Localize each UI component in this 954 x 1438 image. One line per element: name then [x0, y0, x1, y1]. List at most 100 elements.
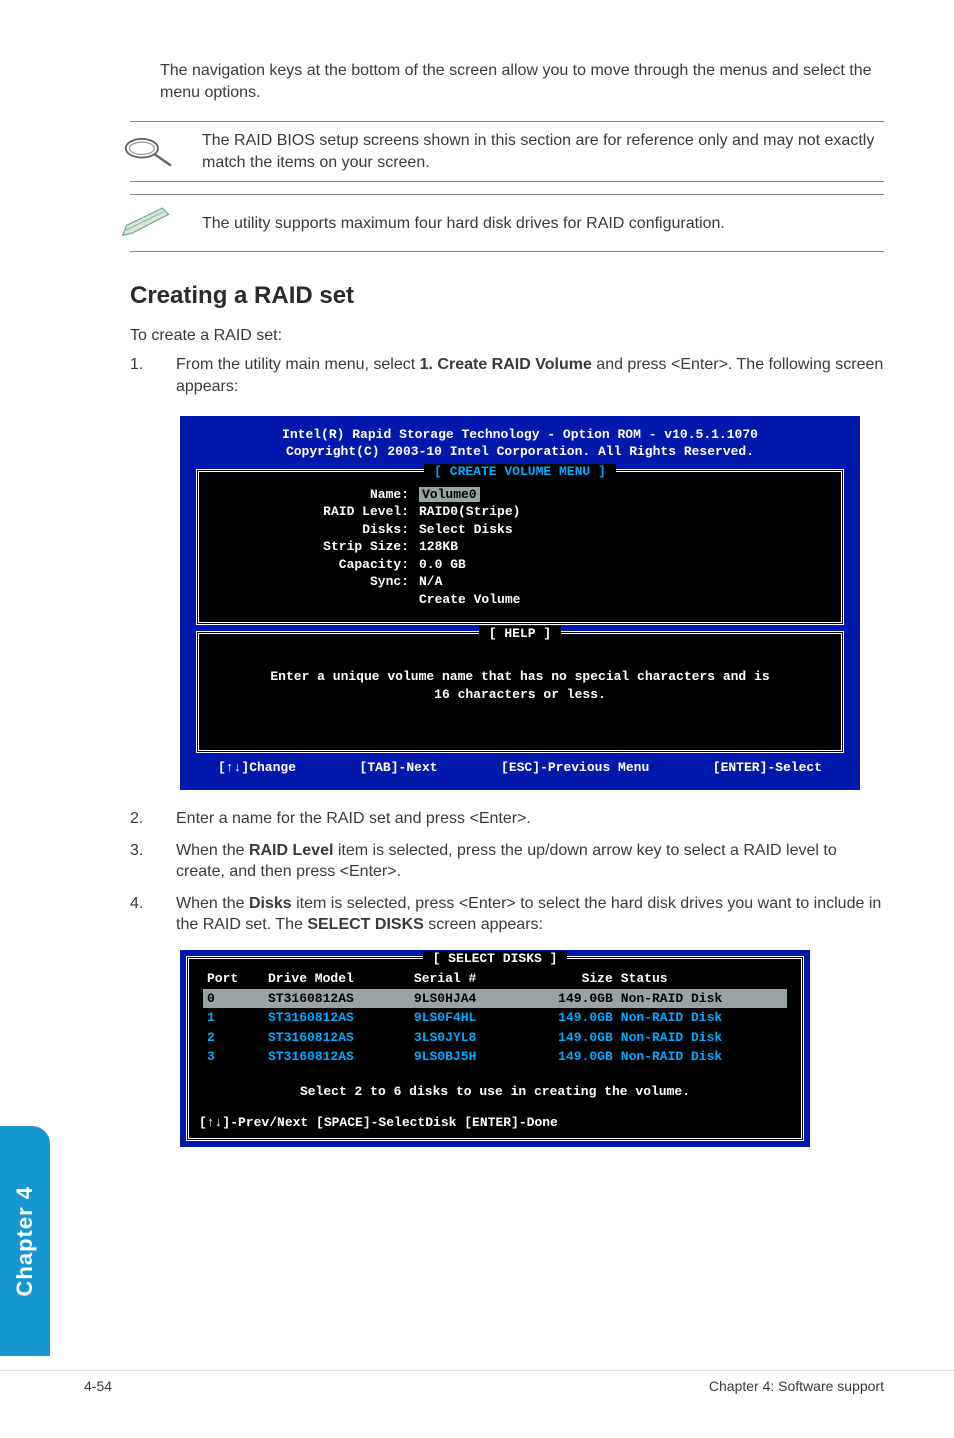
- create-volume-label: [ CREATE VOLUME MENU ]: [424, 464, 616, 479]
- table-cell: ST3160812AS: [264, 1047, 410, 1067]
- table-cell: 9LS0HJA4: [410, 989, 520, 1009]
- step2-text: Enter a name for the RAID set and press …: [176, 808, 884, 830]
- disks-header: Status: [617, 969, 787, 989]
- cv-row: Capacity:0.0 GB: [219, 556, 821, 574]
- cv-val: 128KB: [419, 538, 458, 556]
- note-text-2: The utility supports maximum four hard d…: [202, 213, 884, 235]
- table-cell: 2: [203, 1028, 264, 1048]
- chapter-tab-label: Chapter 4: [10, 1186, 40, 1296]
- step-num: 1.: [130, 354, 150, 397]
- table-row: 2ST3160812AS3LS0JYL8149.0GBNon-RAID Disk: [203, 1028, 787, 1048]
- disks-header: Port: [203, 969, 264, 989]
- table-cell: 3LS0JYL8: [410, 1028, 520, 1048]
- table-cell: 149.0GB: [519, 989, 616, 1009]
- step-num: 3.: [130, 840, 150, 883]
- cv-val: Volume0: [419, 486, 480, 504]
- step4-a: When the: [176, 895, 249, 912]
- cv-key: Sync:: [219, 573, 419, 591]
- bios-footer-key: [↑↓]Change: [218, 759, 296, 777]
- step3-a: When the: [176, 842, 249, 859]
- cv-key: Capacity:: [219, 556, 419, 574]
- cv-row: Sync:N/A: [219, 573, 821, 591]
- table-cell: 149.0GB: [519, 1047, 616, 1067]
- bios-header-2: Copyright(C) 2003-10 Intel Corporation. …: [196, 443, 844, 461]
- table-cell: Non-RAID Disk: [617, 1028, 787, 1048]
- section-title: Creating a RAID set: [130, 280, 884, 312]
- cv-key: Disks:: [219, 521, 419, 539]
- cv-row: Name:Volume0: [219, 486, 821, 504]
- cv-row: Create Volume: [219, 591, 821, 609]
- note-text-1: The RAID BIOS setup screens shown in thi…: [202, 130, 884, 173]
- step-4: 4. When the Disks item is selected, pres…: [130, 893, 884, 936]
- cv-key: [219, 591, 419, 609]
- table-row: 0ST3160812AS9LS0HJA4149.0GBNon-RAID Disk: [203, 989, 787, 1009]
- cv-row: Disks:Select Disks: [219, 521, 821, 539]
- help-frame: [ HELP ] Enter a unique volume name that…: [196, 631, 844, 752]
- table-cell: ST3160812AS: [264, 1028, 410, 1048]
- table-cell: 149.0GB: [519, 1028, 616, 1048]
- step3-b: RAID Level: [249, 842, 333, 859]
- table-cell: 9LS0F4HL: [410, 1008, 520, 1028]
- table-row: 1ST3160812AS9LS0F4HL149.0GBNon-RAID Disk: [203, 1008, 787, 1028]
- cv-val: 0.0 GB: [419, 556, 466, 574]
- disks-table: PortDrive ModelSerial #SizeStatus 0ST316…: [203, 969, 787, 1067]
- step-3: 3. When the RAID Level item is selected,…: [130, 840, 884, 883]
- disks-msg: Select 2 to 6 disks to use in creating t…: [203, 1067, 787, 1115]
- bios-footer: [↑↓]Change [TAB]-Next [ESC]-Previous Menu […: [196, 753, 844, 779]
- pencil-icon: [110, 203, 180, 243]
- bios-header-1: Intel(R) Rapid Storage Technology - Opti…: [196, 426, 844, 444]
- table-cell: 149.0GB: [519, 1008, 616, 1028]
- cv-val: N/A: [419, 573, 442, 591]
- step4-e: screen appears:: [424, 916, 543, 933]
- select-disks-panel: [ SELECT DISKS ] PortDrive ModelSerial #…: [180, 950, 810, 1147]
- rule-bot-1: [130, 181, 884, 182]
- rule-bot-2: [130, 251, 884, 252]
- disks-footer: [↑↓]-Prev/Next [SPACE]-SelectDisk [ENTER…: [199, 1114, 787, 1132]
- cv-key: Name:: [219, 486, 419, 504]
- step-num: 4.: [130, 893, 150, 936]
- cv-val: Create Volume: [419, 591, 520, 609]
- step-1: 1. From the utility main menu, select 1.…: [130, 354, 884, 397]
- table-cell: 3: [203, 1047, 264, 1067]
- note-row-1: The RAID BIOS setup screens shown in thi…: [110, 122, 884, 181]
- section-sub: To create a RAID set:: [130, 325, 884, 347]
- table-cell: 0: [203, 989, 264, 1009]
- magnifier-icon: [110, 132, 180, 172]
- bios-create-volume: Intel(R) Rapid Storage Technology - Opti…: [180, 416, 860, 791]
- intro-text: The navigation keys at the bottom of the…: [160, 60, 884, 103]
- select-disks-label: [ SELECT DISKS ]: [423, 951, 568, 966]
- step4-d: SELECT DISKS: [307, 916, 423, 933]
- help-label: [ HELP ]: [479, 626, 561, 641]
- disks-header: Size: [519, 969, 616, 989]
- step4-b: Disks: [249, 895, 292, 912]
- cv-val: RAID0(Stripe): [419, 503, 520, 521]
- table-cell: Non-RAID Disk: [617, 1047, 787, 1067]
- table-cell: Non-RAID Disk: [617, 989, 787, 1009]
- step-num: 2.: [130, 808, 150, 830]
- cv-key: RAID Level:: [219, 503, 419, 521]
- bios-footer-key: [ENTER]-Select: [713, 759, 822, 777]
- help-text-2: 16 characters or less.: [217, 686, 823, 704]
- cv-row: Strip Size:128KB: [219, 538, 821, 556]
- bios-footer-key: [ESC]-Previous Menu: [501, 759, 649, 777]
- note-row-2: The utility supports maximum four hard d…: [110, 195, 884, 251]
- help-text-1: Enter a unique volume name that has no s…: [217, 668, 823, 686]
- create-volume-frame: [ CREATE VOLUME MENU ] Name:Volume0 RAID…: [196, 469, 844, 626]
- table-cell: 9LS0BJ5H: [410, 1047, 520, 1067]
- cv-row: RAID Level:RAID0(Stripe): [219, 503, 821, 521]
- chapter-title-footer: Chapter 4: Software support: [709, 1377, 884, 1396]
- table-cell: Non-RAID Disk: [617, 1008, 787, 1028]
- step1-b: 1. Create RAID Volume: [420, 356, 592, 373]
- table-cell: 1: [203, 1008, 264, 1028]
- table-row: 3ST3160812AS9LS0BJ5H149.0GBNon-RAID Disk: [203, 1047, 787, 1067]
- table-cell: ST3160812AS: [264, 1008, 410, 1028]
- chapter-tab: Chapter 4: [0, 1126, 50, 1356]
- disks-header: Serial #: [410, 969, 520, 989]
- cv-val: Select Disks: [419, 521, 513, 539]
- step-2: 2. Enter a name for the RAID set and pre…: [130, 808, 884, 830]
- step1-a: From the utility main menu, select: [176, 356, 420, 373]
- bios-footer-key: [TAB]-Next: [360, 759, 438, 777]
- table-cell: ST3160812AS: [264, 989, 410, 1009]
- disks-header: Drive Model: [264, 969, 410, 989]
- cv-key: Strip Size:: [219, 538, 419, 556]
